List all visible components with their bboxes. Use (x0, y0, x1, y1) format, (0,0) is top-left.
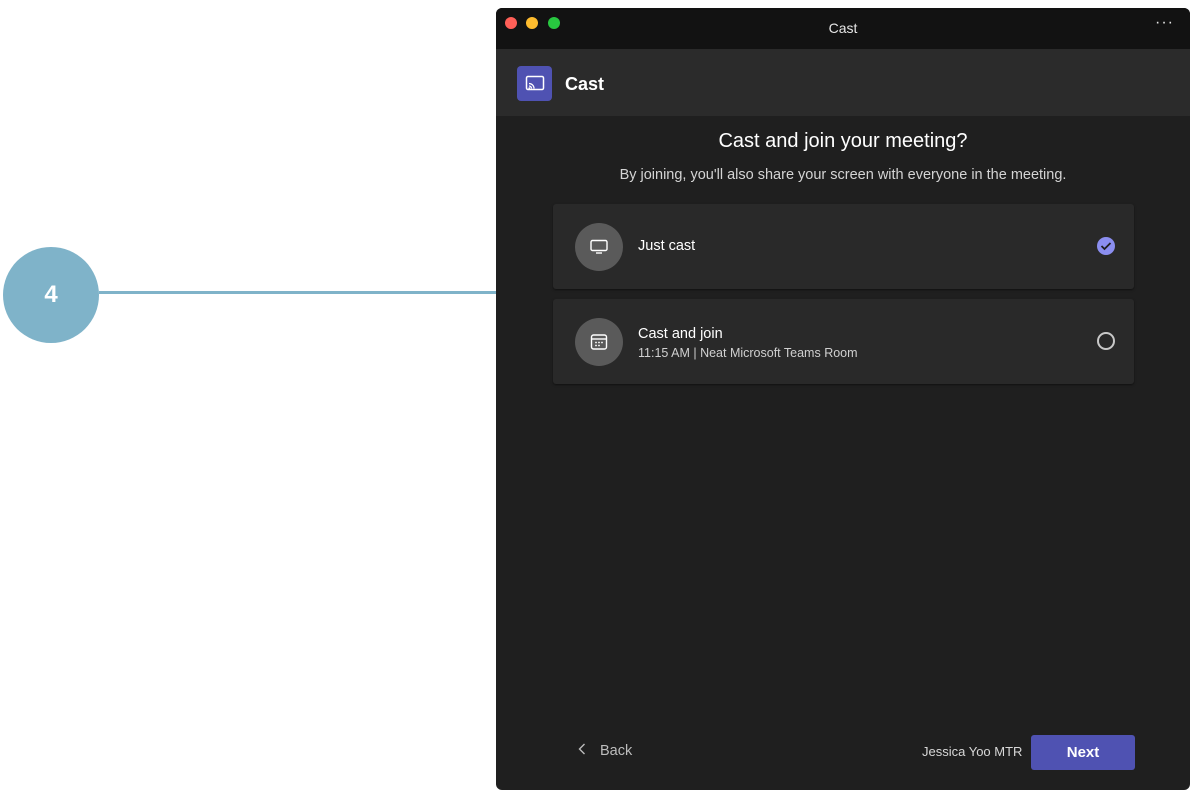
stage: 4 Cast ··· Cast Cast and join your meeti… (0, 0, 1195, 793)
dialog-subheading: By joining, you'll also share your scree… (619, 167, 1067, 183)
callout-connector-line (99, 291, 554, 294)
window-title: Cast (828, 20, 858, 36)
signed-in-user: Jessica Yoo MTR (922, 744, 1023, 759)
next-label: Next (1066, 744, 1100, 761)
option-detail: 11:15 AM | Neat Microsoft Teams Room (638, 346, 858, 360)
back-button[interactable]: Back (578, 743, 632, 759)
option-label: Just cast (638, 238, 696, 254)
monitor-icon (575, 223, 623, 271)
option-label: Cast and join (638, 326, 723, 342)
chevron-left-icon (578, 743, 590, 759)
more-options-icon[interactable]: ··· (1155, 14, 1174, 32)
calendar-icon (575, 318, 623, 366)
app-title: Cast (565, 74, 605, 94)
step-number-badge: 4 (3, 247, 99, 343)
cast-icon (517, 66, 552, 101)
dialog-heading: Cast and join your meeting? (718, 130, 968, 152)
step-number: 4 (44, 281, 58, 308)
back-label: Back (600, 743, 633, 759)
next-button[interactable]: Next (1031, 735, 1135, 770)
app-header: Cast (496, 50, 1190, 116)
option-cast-and-join[interactable]: Cast and join 11:15 AM | Neat Microsoft … (553, 299, 1134, 384)
cast-window: Cast ··· Cast Cast and join your meeting… (496, 8, 1190, 790)
window-titlebar: Cast ··· (496, 8, 1190, 50)
radio-selected-icon[interactable] (1097, 237, 1115, 255)
radio-unselected-icon[interactable] (1097, 332, 1115, 350)
option-just-cast[interactable]: Just cast (553, 204, 1134, 289)
